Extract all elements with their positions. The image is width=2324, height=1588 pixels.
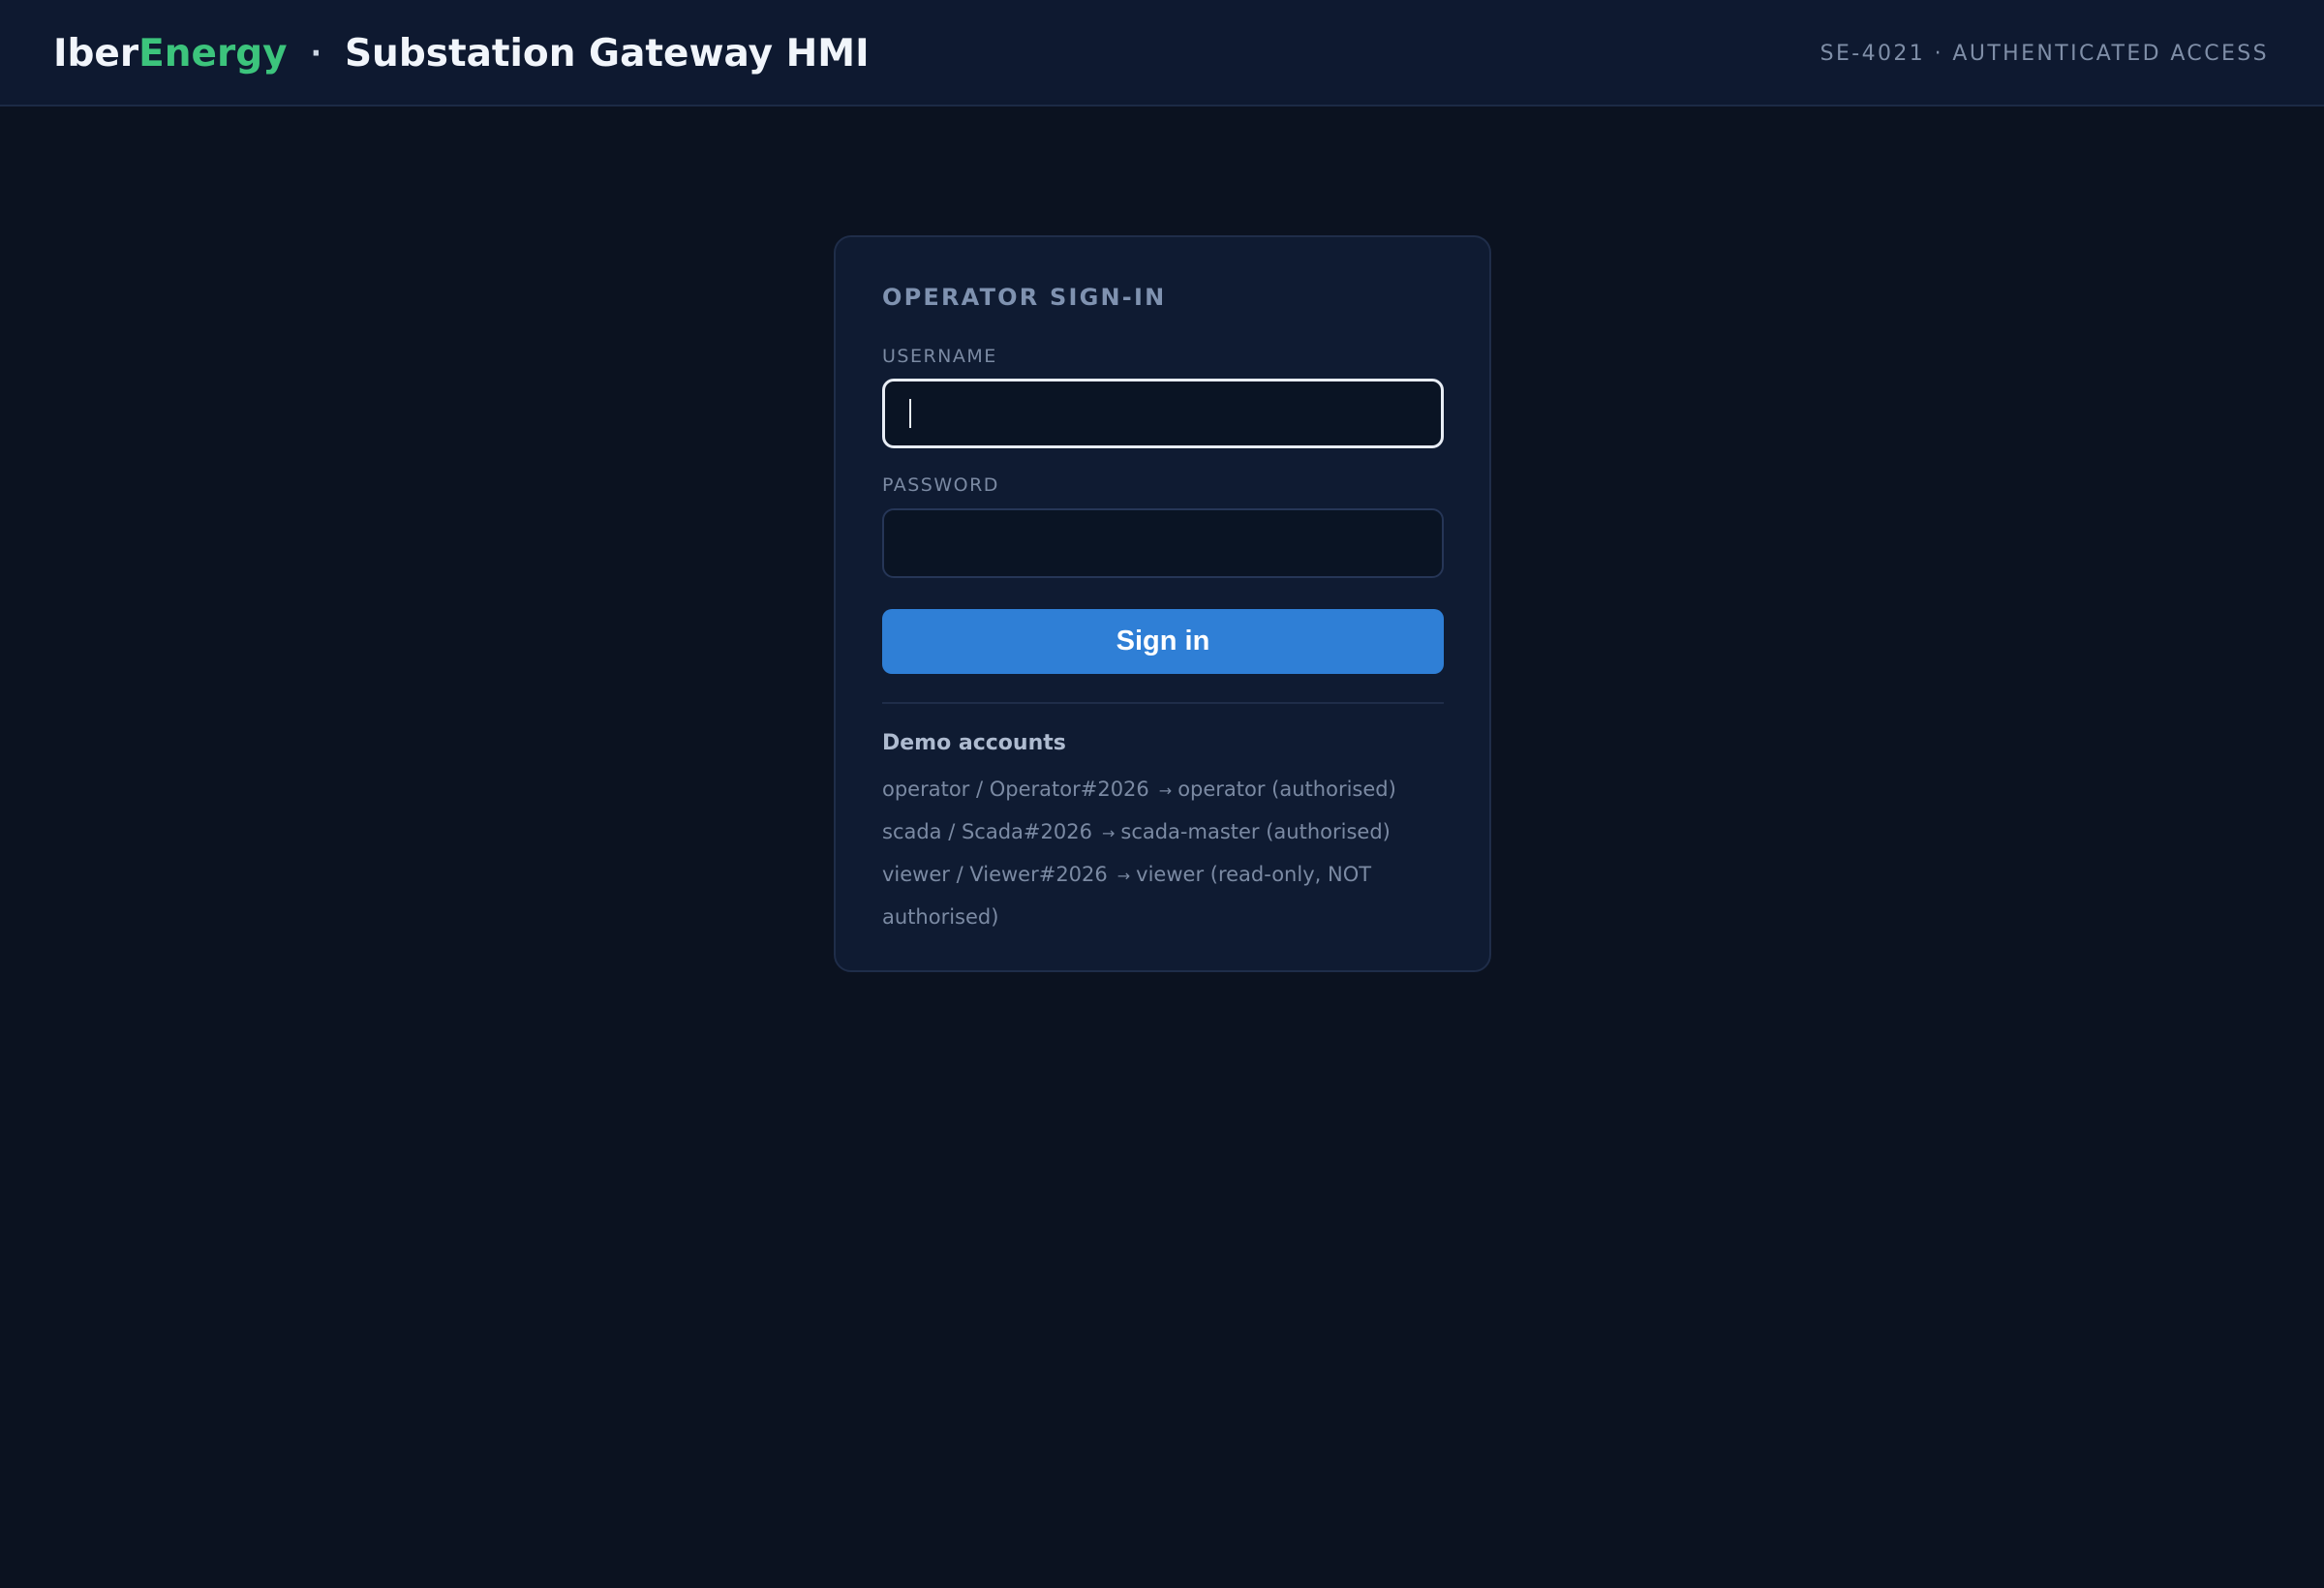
username-input[interactable] (882, 379, 1444, 448)
demo-accounts-list: operator / Operator#2026 → operator (autho… (882, 769, 1444, 937)
password-label: PASSWORD (882, 474, 999, 496)
demo-accounts-title: Demo accounts (882, 731, 1066, 755)
demo-account-viewer: viewer / Viewer#2026 → viewer (read-only, … (882, 854, 1444, 937)
demo-credentials: operator / Operator#2026 (882, 778, 1149, 801)
demo-account-scada: scada / Scada#2026 → scada-master (authori… (882, 811, 1444, 854)
app-title: Substation Gateway HMI (344, 31, 870, 76)
demo-credentials: viewer / Viewer#2026 (882, 863, 1108, 886)
brand-name-primary: Iber (53, 31, 139, 76)
username-label: USERNAME (882, 346, 997, 367)
app-header-title: Iber Energy · Substation Gateway HMI (53, 0, 870, 107)
arrow-right-icon: → (1158, 781, 1173, 800)
password-input[interactable] (882, 508, 1444, 578)
login-card: OPERATOR SIGN-IN USERNAME PASSWORD Sign … (834, 235, 1491, 972)
arrow-right-icon: → (1116, 867, 1131, 885)
title-separator: · (310, 36, 321, 71)
demo-role: scada-master (authorised) (1120, 820, 1391, 843)
sign-in-button[interactable]: Sign in (882, 609, 1444, 674)
brand-name-accent: Energy (138, 31, 288, 76)
top-bar: Iber Energy · Substation Gateway HMI SE-402… (0, 0, 2324, 107)
login-title: OPERATOR SIGN-IN (882, 284, 1167, 311)
access-status: SE-4021 · AUTHENTICATED ACCESS (1819, 41, 2269, 66)
demo-account-operator: operator / Operator#2026 → operator (autho… (882, 769, 1444, 811)
demo-role: operator (authorised) (1177, 778, 1396, 801)
demo-credentials: scada / Scada#2026 (882, 820, 1092, 843)
arrow-right-icon: → (1101, 824, 1116, 842)
divider (882, 702, 1444, 704)
text-caret (909, 399, 911, 428)
